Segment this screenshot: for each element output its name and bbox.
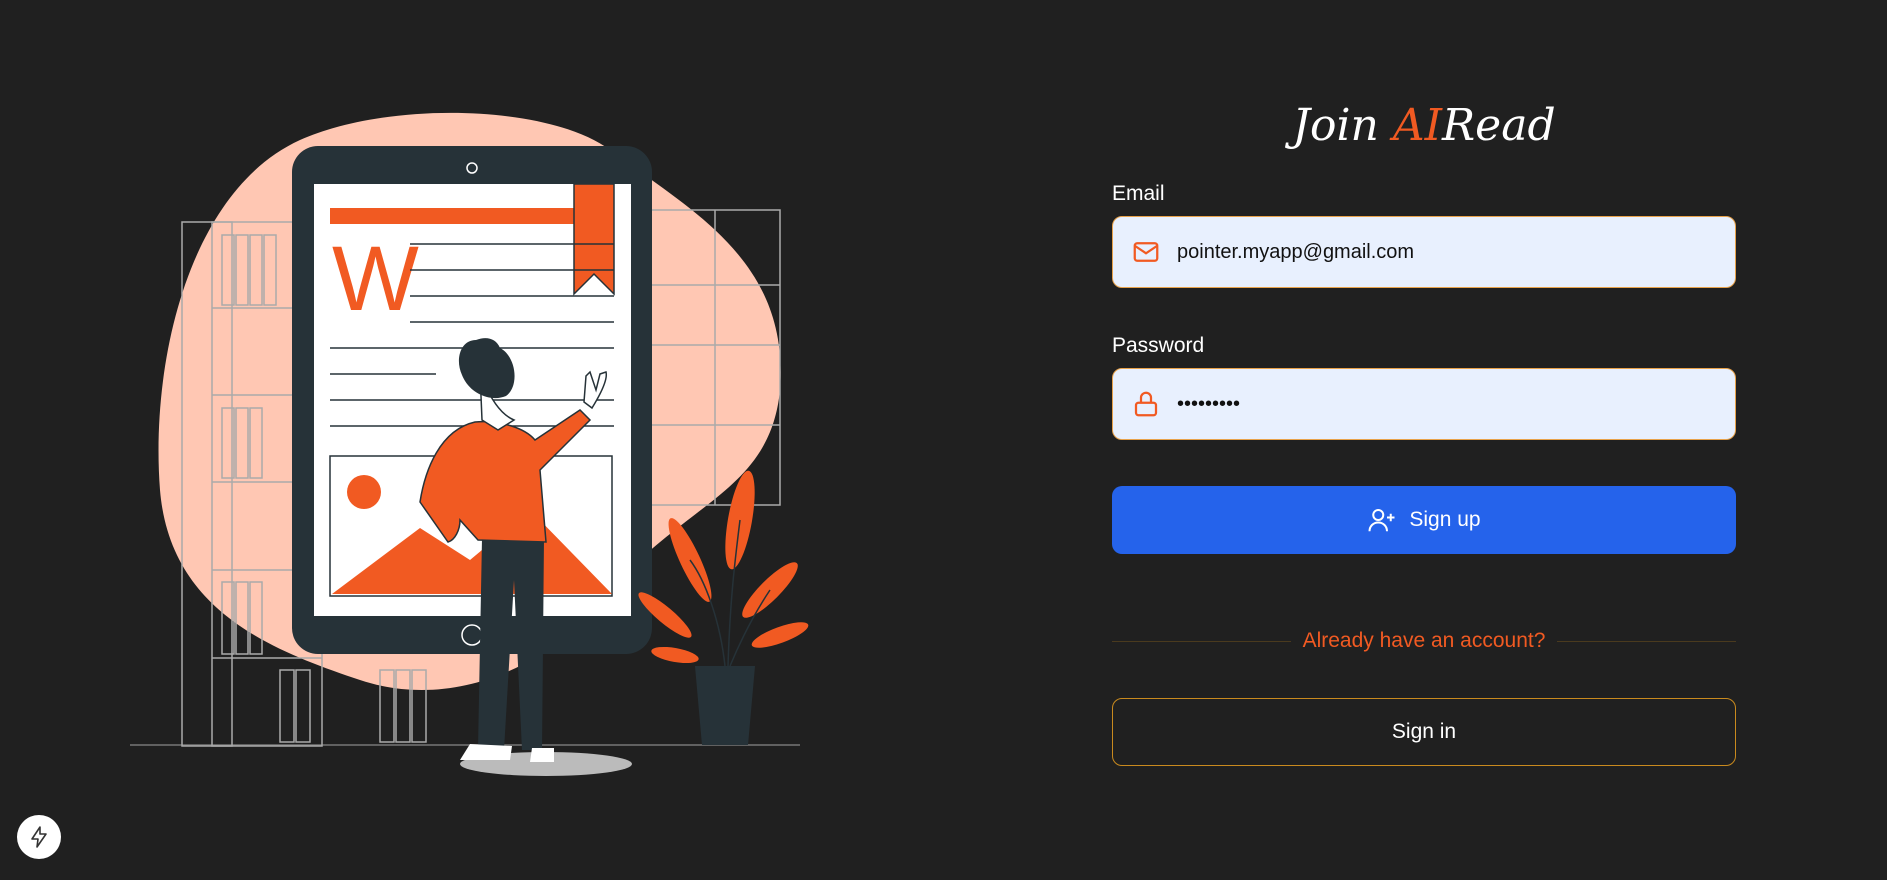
tablet-letter: W	[332, 228, 419, 330]
signup-button[interactable]: Sign up	[1112, 486, 1736, 554]
signup-form: Join AIRead Email Password Sign up Alrea…	[1112, 96, 1736, 766]
title-accent: AI	[1392, 100, 1443, 151]
password-field[interactable]	[1112, 368, 1736, 440]
title-suffix: Read	[1442, 100, 1556, 151]
signup-label: Sign up	[1409, 508, 1481, 531]
email-input[interactable]	[1175, 239, 1679, 265]
mail-icon	[1133, 242, 1159, 262]
bolt-button[interactable]	[17, 815, 61, 859]
signin-button[interactable]: Sign in	[1112, 698, 1736, 766]
email-field[interactable]	[1112, 216, 1736, 288]
page-title: Join AIRead	[1112, 96, 1736, 156]
lock-icon	[1134, 391, 1158, 417]
already-account-text: Already have an account?	[1302, 629, 1546, 652]
divider-line-right	[1557, 640, 1736, 642]
lightning-icon	[31, 826, 47, 848]
divider: Already have an account?	[1112, 626, 1736, 656]
signup-illustration: W	[130, 110, 810, 790]
title-prefix: Join	[1292, 100, 1393, 151]
user-plus-icon	[1368, 509, 1395, 532]
divider-line-left	[1112, 640, 1291, 642]
password-input[interactable]	[1175, 391, 1679, 417]
password-label: Password	[1112, 334, 1205, 357]
reading-illustration: W	[130, 112, 809, 776]
email-label: Email	[1112, 182, 1165, 205]
